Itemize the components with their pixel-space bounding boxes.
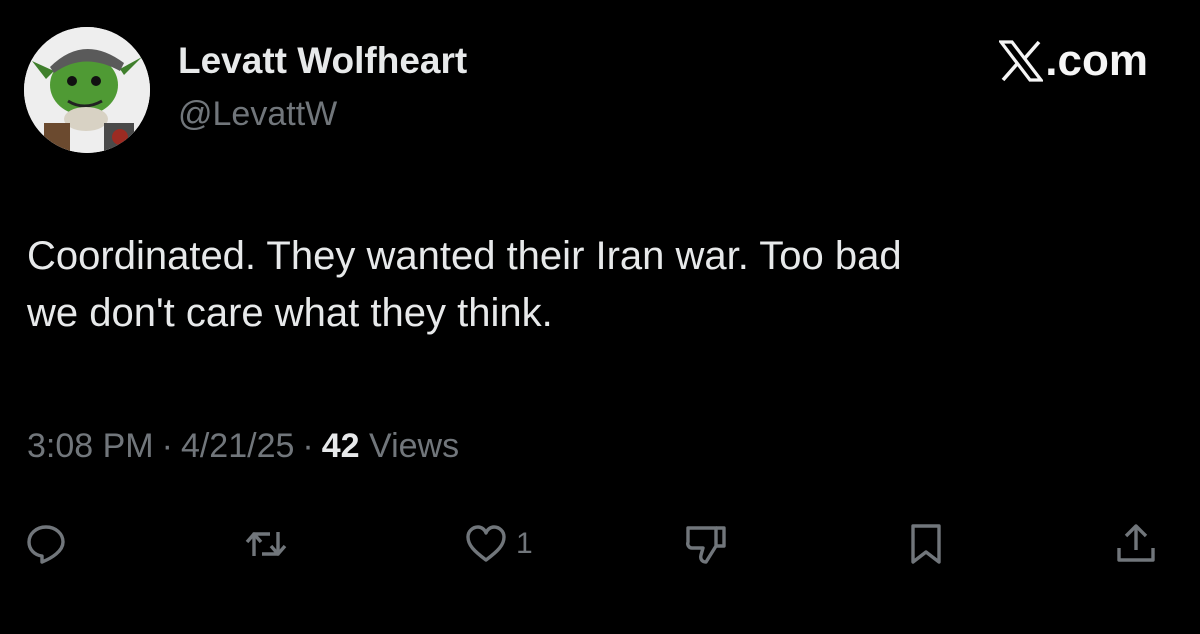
x-logo-icon [999, 40, 1044, 82]
separator: · [161, 427, 173, 465]
x-brand-logo: .com [999, 36, 1148, 86]
dislike-button[interactable] [684, 518, 728, 570]
share-button[interactable] [1114, 518, 1158, 570]
post-text-line: Coordinated. They wanted their Iran war.… [27, 234, 902, 278]
like-count: 1 [516, 527, 533, 560]
action-bar: 1 [0, 518, 1200, 570]
bookmark-icon [911, 524, 941, 564]
post-date[interactable]: 4/21/25 [181, 427, 294, 465]
avatar-image [24, 27, 150, 153]
post-text: Coordinated. They wanted their Iran war.… [27, 228, 1167, 342]
post-time[interactable]: 3:08 PM [27, 427, 154, 465]
reply-button[interactable] [24, 518, 68, 570]
thumbs-down-icon [686, 526, 726, 564]
like-button[interactable]: 1 [464, 518, 533, 570]
bookmark-button[interactable] [904, 518, 948, 570]
repost-button[interactable] [244, 518, 288, 570]
user-handle[interactable]: @LevattW [178, 95, 337, 134]
views-label: Views [369, 427, 460, 465]
avatar[interactable] [24, 27, 150, 153]
reply-icon [27, 525, 65, 564]
repost-icon [245, 532, 287, 556]
separator: · [302, 427, 314, 465]
brand-domain: .com [1045, 36, 1148, 85]
heart-icon [466, 525, 506, 562]
display-name[interactable]: Levatt Wolfheart [178, 40, 467, 82]
post-text-line: we don't care what they think. [27, 291, 553, 335]
post-meta: 3:08 PM · 4/21/25 · 42 Views [27, 427, 459, 466]
share-icon [1117, 524, 1155, 562]
views-count: 42 [321, 427, 360, 465]
